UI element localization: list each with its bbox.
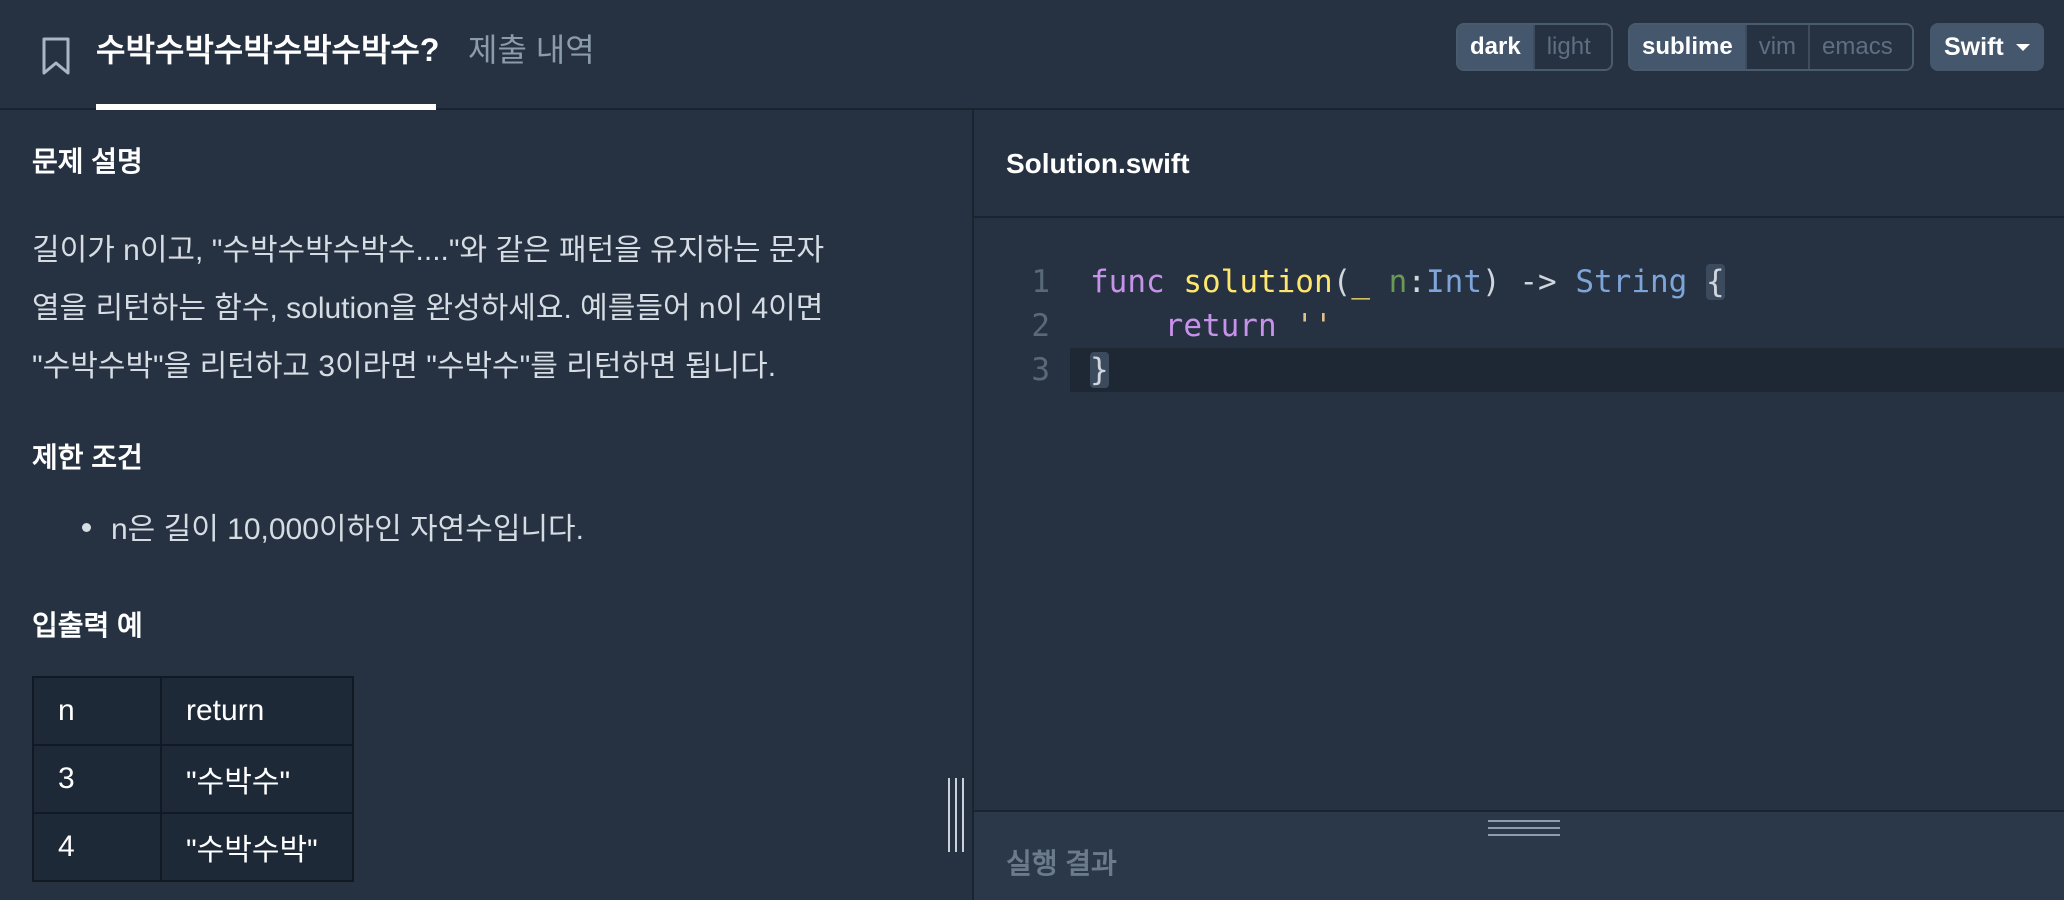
code-editor[interactable]: 1 func solution(_ n:Int) -> String { 2 r… (974, 260, 2064, 500)
code-line: 2 return '' (974, 304, 2064, 348)
description-line: "수박수박"을 리턴하고 3이라면 "수박수"를 리턴하면 됩니다. (32, 350, 777, 383)
problem-panel: 문제 설명 길이가 n이고, "수박수박수박수...."와 같은 패턴을 유지하… (0, 110, 972, 900)
editor-filename: Solution.swift (1006, 148, 1190, 179)
result-heading: 실행 결과 (1006, 848, 1117, 879)
description-line: 길이가 n이고, "수박수박수박수...."와 같은 패턴을 유지하는 문자 (32, 234, 825, 267)
table-cell: "수박수박" (160, 812, 354, 882)
theme-toggle: dark light (1456, 23, 1613, 71)
keymap-sublime-button[interactable]: sublime (1630, 25, 1747, 69)
constraint-item: n은 길이 10,000이하인 자연수입니다. (82, 510, 584, 550)
table-header-row: n return (32, 676, 354, 746)
bookmark-icon[interactable] (40, 36, 72, 76)
editor-panel: Solution.swift 1 func solution(_ n:Int) … (974, 110, 2064, 900)
caret-down-icon (2016, 44, 2030, 51)
keymap-vim-button[interactable]: vim (1747, 25, 1811, 69)
table-cell: "수박수" (160, 744, 354, 814)
editor-header-divider (974, 216, 2064, 218)
keymap-toggle: sublime vim emacs (1628, 23, 1914, 71)
horizontal-resize-handle-icon[interactable] (1488, 818, 1560, 840)
line-number: 3 (1031, 352, 1050, 388)
table-row: 3 "수박수" (32, 744, 354, 814)
tab-submissions[interactable]: 제출 내역 (468, 30, 595, 70)
table-header-cell: return (160, 676, 354, 746)
examples-table: n return 3 "수박수" 4 "수박수박" (32, 676, 354, 882)
code-line: 1 func solution(_ n:Int) -> String { (974, 260, 2064, 304)
examples-heading: 입출력 예 (32, 610, 143, 641)
problem-description: 길이가 n이고, "수박수박수박수...."와 같은 패턴을 유지하는 문자 열… (32, 222, 912, 396)
description-heading: 문제 설명 (32, 146, 143, 177)
language-select-value: Swift (1944, 33, 2004, 61)
code-line-current: 3 } (1031, 348, 2064, 392)
theme-dark-button[interactable]: dark (1458, 25, 1535, 69)
vertical-resize-handle-icon[interactable] (946, 778, 966, 852)
language-select[interactable]: Swift (1930, 23, 2044, 71)
top-header: 수박수박수박수박수박수? 제출 내역 dark light sublime vi… (0, 0, 2064, 110)
table-cell: 4 (32, 812, 162, 882)
bullet-dot-icon (82, 522, 91, 532)
table-header-cell: n (32, 676, 162, 746)
result-panel: 실행 결과 (974, 812, 2064, 900)
table-row: 4 "수박수박" (32, 812, 354, 882)
code-text: } (1090, 352, 1109, 388)
tab-problem[interactable]: 수박수박수박수박수박수? (96, 30, 439, 70)
constraint-text: n은 길이 10,000이하인 자연수입니다. (111, 513, 584, 546)
constraints-heading: 제한 조건 (32, 442, 143, 473)
keymap-emacs-button[interactable]: emacs (1810, 25, 1905, 69)
line-number: 1 (1031, 264, 1050, 300)
line-number: 2 (1031, 308, 1050, 344)
code-text: return '' (1164, 308, 1333, 344)
description-line: 열을 리턴하는 함수, solution을 완성하세요. 예를들어 n이 4이면 (32, 292, 824, 325)
code-text: func solution(_ n:Int) -> String { (1090, 264, 1725, 300)
table-cell: 3 (32, 744, 162, 814)
theme-light-button[interactable]: light (1535, 25, 1603, 69)
